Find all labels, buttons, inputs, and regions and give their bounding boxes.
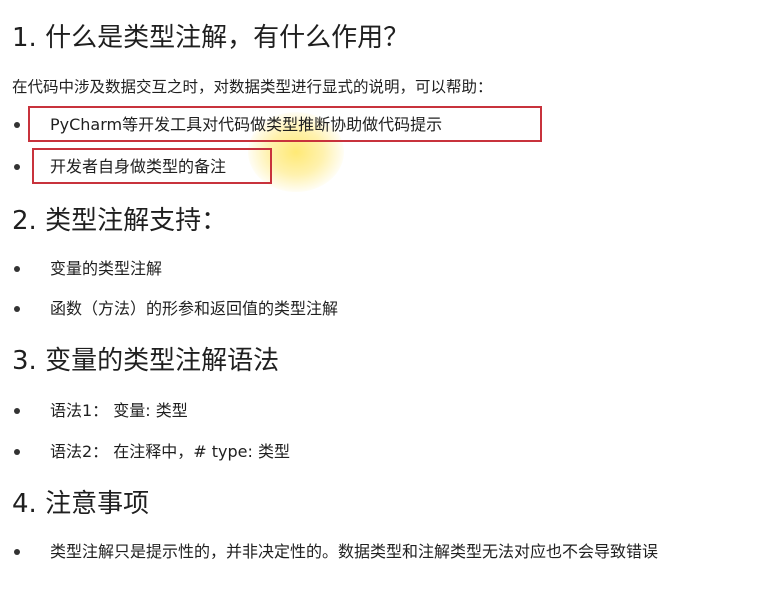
section-1-paragraph: 在代码中涉及数据交互之时，对数据类型进行显式的说明，可以帮助： [12,78,493,96]
bullet-dot [14,266,20,272]
section-3-item-2: 语法2： 在注释中，# type: 类型 [50,442,290,461]
section-1-heading: 1. 什么是类型注解，有什么作用？ [12,23,410,53]
section-2-item-1: 变量的类型注解 [50,259,163,278]
section-2-item-2: 函数（方法）的形参和返回值的类型注解 [50,299,339,318]
bullet-dot [14,164,20,170]
section-1-item-1: PyCharm等开发工具对代码做类型推断协助做代码提示 [50,115,443,134]
bullet-dot [14,122,20,128]
bullet-dot [14,408,20,414]
bullet-dot [14,449,20,455]
bullet-dot [14,306,20,312]
section-1-item-2: 开发者自身做类型的备注 [50,157,227,176]
section-3-item-1: 语法1： 变量: 类型 [50,401,188,420]
section-4-item-1: 类型注解只是提示性的，并非决定性的。数据类型和注解类型无法对应也不会导致错误 [50,542,659,561]
section-4-heading: 4. 注意事项 [12,489,150,519]
section-2-heading: 2. 类型注解支持： [12,206,228,236]
bullet-dot [14,549,20,555]
section-3-heading: 3. 变量的类型注解语法 [12,346,280,376]
